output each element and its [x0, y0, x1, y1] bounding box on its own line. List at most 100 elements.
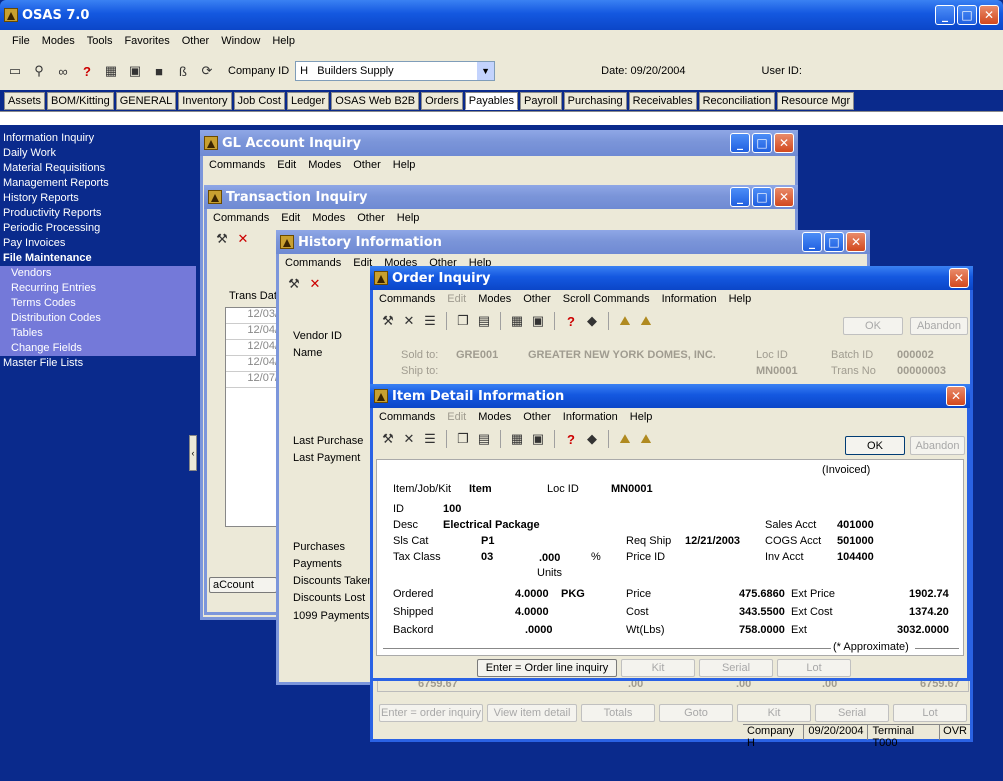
search-icon[interactable]: ⚲ [30, 62, 48, 80]
tools-icon[interactable]: ⚒ [213, 230, 231, 248]
close-icon[interactable]: ✕ [949, 268, 969, 288]
help-icon[interactable]: ? [78, 62, 96, 80]
menu-edit[interactable]: Edit [277, 159, 296, 171]
list-item[interactable]: 12/04/ [226, 324, 280, 340]
kit-button[interactable]: Kit [737, 704, 811, 722]
nav-subitem[interactable]: Tables [8, 326, 196, 341]
tab-assets[interactable]: Assets [4, 92, 46, 110]
paste-icon[interactable]: ▤ [475, 312, 493, 330]
calendar-icon[interactable]: ▣ [126, 62, 144, 80]
account-button[interactable]: aCcount [209, 577, 277, 593]
calculator-icon[interactable]: ▦ [508, 430, 526, 448]
copy-icon[interactable]: ❐ [454, 430, 472, 448]
menu-other[interactable]: Other [353, 159, 381, 171]
calculator-icon[interactable]: ▦ [102, 62, 120, 80]
by-icon[interactable]: ß [174, 62, 192, 80]
menu-commands[interactable]: Commands [379, 293, 435, 305]
tab-general[interactable]: GENERAL [115, 92, 177, 110]
item-detail-window[interactable]: Item Detail Information ✕ Commands Edit … [370, 384, 970, 681]
menu-other[interactable]: Other [357, 212, 385, 224]
menu-file[interactable]: File [12, 35, 30, 47]
menu-modes[interactable]: Modes [308, 159, 341, 171]
app-titlebar[interactable]: OSAS 7.0 _ □ ✕ [0, 0, 1003, 30]
trans-list[interactable]: 12/03/ 12/04/ 12/04/ 12/04/ 12/07/ [225, 307, 281, 527]
nav-subitem[interactable]: Distribution Codes [8, 311, 196, 326]
copy-icon[interactable]: ❐ [454, 312, 472, 330]
osas-logo-icon[interactable]: ⛰ [616, 430, 634, 448]
nav-item[interactable]: Master File Lists [0, 356, 200, 371]
delete-icon[interactable]: ✕ [400, 312, 418, 330]
serial-button[interactable]: Serial [815, 704, 889, 722]
chevron-down-icon[interactable]: ▼ [477, 62, 495, 80]
close-icon[interactable]: ✕ [774, 133, 794, 153]
help-icon[interactable]: ? [562, 430, 580, 448]
list-item[interactable]: 12/07/ [226, 372, 280, 388]
refresh-icon[interactable]: ⟳ [198, 62, 216, 80]
tools-icon[interactable]: ⚒ [379, 430, 397, 448]
menu-other[interactable]: Other [523, 293, 551, 305]
nav-item[interactable]: Material Requisitions [0, 161, 200, 176]
menu-help[interactable]: Help [393, 159, 416, 171]
minimize-icon[interactable]: _ [802, 232, 822, 252]
tab-payables[interactable]: Payables [464, 92, 518, 110]
tab-reconciliation[interactable]: Reconciliation [698, 92, 776, 110]
tab-purchasing[interactable]: Purchasing [563, 92, 627, 110]
nav-item[interactable]: Pay Invoices [0, 236, 200, 251]
list-item[interactable]: 12/03/ [226, 308, 280, 324]
delete-icon[interactable]: ✕ [306, 275, 324, 293]
menu-other[interactable]: Other [182, 35, 210, 47]
list-item[interactable]: 12/04/ [226, 356, 280, 372]
ok-button[interactable]: OK [843, 317, 903, 335]
nav-item[interactable]: Productivity Reports [0, 206, 200, 221]
tab-resource-mgr[interactable]: Resource Mgr [777, 92, 855, 110]
delete-icon[interactable]: ✕ [234, 230, 252, 248]
menu-favorites[interactable]: Favorites [124, 35, 169, 47]
minimize-icon[interactable]: _ [730, 133, 750, 153]
menu-modes[interactable]: Modes [478, 411, 511, 423]
tools-icon[interactable]: ⚒ [285, 275, 303, 293]
menu-window[interactable]: Window [221, 35, 260, 47]
goto-button[interactable]: Goto [659, 704, 733, 722]
nav-subitem[interactable]: Change Fields [8, 341, 196, 356]
tab-job-cost[interactable]: Job Cost [233, 92, 285, 110]
nav-item[interactable]: Periodic Processing [0, 221, 200, 236]
menu-other[interactable]: Other [523, 411, 551, 423]
nav-collapse-handle[interactable]: ‹ [189, 435, 197, 471]
lot-button[interactable]: Lot [893, 704, 967, 722]
tab-osas-web-b2b[interactable]: OSAS Web B2B [331, 92, 420, 110]
menu-commands[interactable]: Commands [209, 159, 265, 171]
totals-button[interactable]: Totals [581, 704, 655, 722]
menu-modes[interactable]: Modes [312, 212, 345, 224]
maximize-icon[interactable]: □ [824, 232, 844, 252]
enter-order-inquiry-button[interactable]: Enter = order inquiry [379, 704, 483, 722]
osas-logo-icon[interactable]: ⛰ [616, 312, 634, 330]
menu-modes[interactable]: Modes [478, 293, 511, 305]
close-icon[interactable]: ✕ [846, 232, 866, 252]
minimize-icon[interactable]: _ [935, 5, 955, 25]
abandon-button[interactable]: Abandon [910, 436, 965, 455]
close-icon[interactable]: ✕ [946, 386, 966, 406]
maximize-icon[interactable]: □ [752, 133, 772, 153]
trans-titlebar[interactable]: Transaction Inquiry _ □ ✕ [204, 185, 798, 209]
tab-receivables[interactable]: Receivables [628, 92, 697, 110]
company-id-select[interactable]: H Builders Supply ▼ [295, 61, 496, 81]
nav-item[interactable]: History Reports [0, 191, 200, 206]
maximize-icon[interactable]: □ [957, 5, 977, 25]
enter-order-line-inquiry-button[interactable]: Enter = Order line inquiry [477, 659, 617, 677]
nav-subitem[interactable]: Terms Codes [8, 296, 196, 311]
view-item-detail-button[interactable]: View item detail [487, 704, 577, 722]
hist-titlebar[interactable]: History Information _ □ ✕ [276, 230, 870, 254]
menu-commands[interactable]: Commands [213, 212, 269, 224]
menu-edit[interactable]: Edit [447, 293, 466, 305]
binoculars-icon[interactable]: ∞ [54, 62, 72, 80]
nav-item[interactable]: Daily Work [0, 146, 200, 161]
menu-edit[interactable]: Edit [281, 212, 300, 224]
maximize-icon[interactable]: □ [752, 187, 772, 207]
list-icon[interactable]: ☰ [421, 312, 439, 330]
diamond-icon[interactable]: ◆ [583, 312, 601, 330]
tab-ledger[interactable]: Ledger [286, 92, 330, 110]
menu-tools[interactable]: Tools [87, 35, 113, 47]
menu-commands[interactable]: Commands [379, 411, 435, 423]
delete-icon[interactable]: ✕ [400, 430, 418, 448]
menu-help[interactable]: Help [397, 212, 420, 224]
